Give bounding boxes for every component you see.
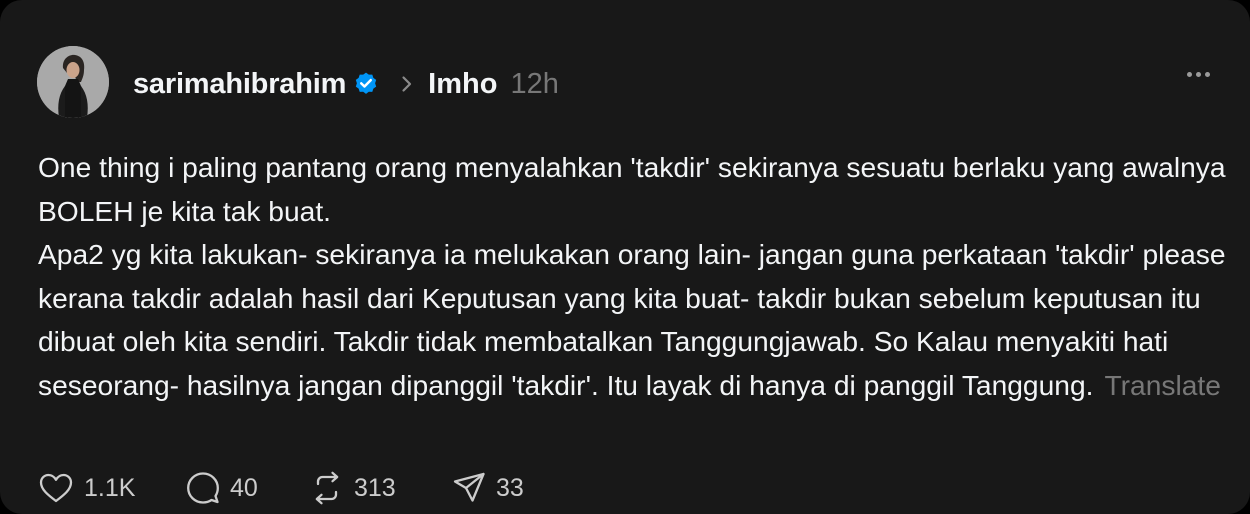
post-actions-bar: 1.1K 40 313 33 [38, 469, 524, 507]
post-body: One thing i paling pantang orang menyala… [38, 146, 1228, 407]
verified-badge-icon [353, 71, 379, 97]
reply-button[interactable]: 40 [186, 471, 310, 505]
avatar[interactable] [37, 46, 109, 118]
like-count: 1.1K [84, 473, 136, 502]
post-timestamp: 12h [510, 67, 559, 100]
chevron-right-icon [401, 75, 413, 93]
like-button[interactable]: 1.1K [38, 472, 186, 504]
send-icon [453, 472, 485, 502]
share-button[interactable]: 33 [452, 471, 524, 505]
post-card: sarimahibrahim Imho 12h One thing i pali… [0, 0, 1250, 514]
repost-button[interactable]: 313 [310, 471, 452, 505]
more-options-icon[interactable] [1187, 72, 1210, 77]
comment-icon [187, 472, 219, 504]
profile-photo-avatar [37, 46, 109, 118]
reply-count: 40 [230, 473, 258, 502]
topic-tag-link[interactable]: Imho [428, 68, 497, 101]
post-text: Apa2 yg kita lakukan- sekiranya ia meluk… [38, 238, 1226, 401]
repost-icon [315, 471, 339, 505]
repost-count: 313 [354, 473, 396, 502]
post-header: sarimahibrahim Imho 12h [133, 62, 559, 106]
share-count: 33 [496, 473, 524, 502]
translate-link[interactable]: Translate [1104, 369, 1220, 401]
post-text-paragraph-2: Apa2 yg kita lakukan- sekiranya ia meluk… [38, 233, 1228, 407]
heart-icon [39, 473, 73, 503]
post-text-paragraph: One thing i paling pantang orang menyala… [38, 151, 1226, 227]
username-link[interactable]: sarimahibrahim [133, 68, 346, 101]
